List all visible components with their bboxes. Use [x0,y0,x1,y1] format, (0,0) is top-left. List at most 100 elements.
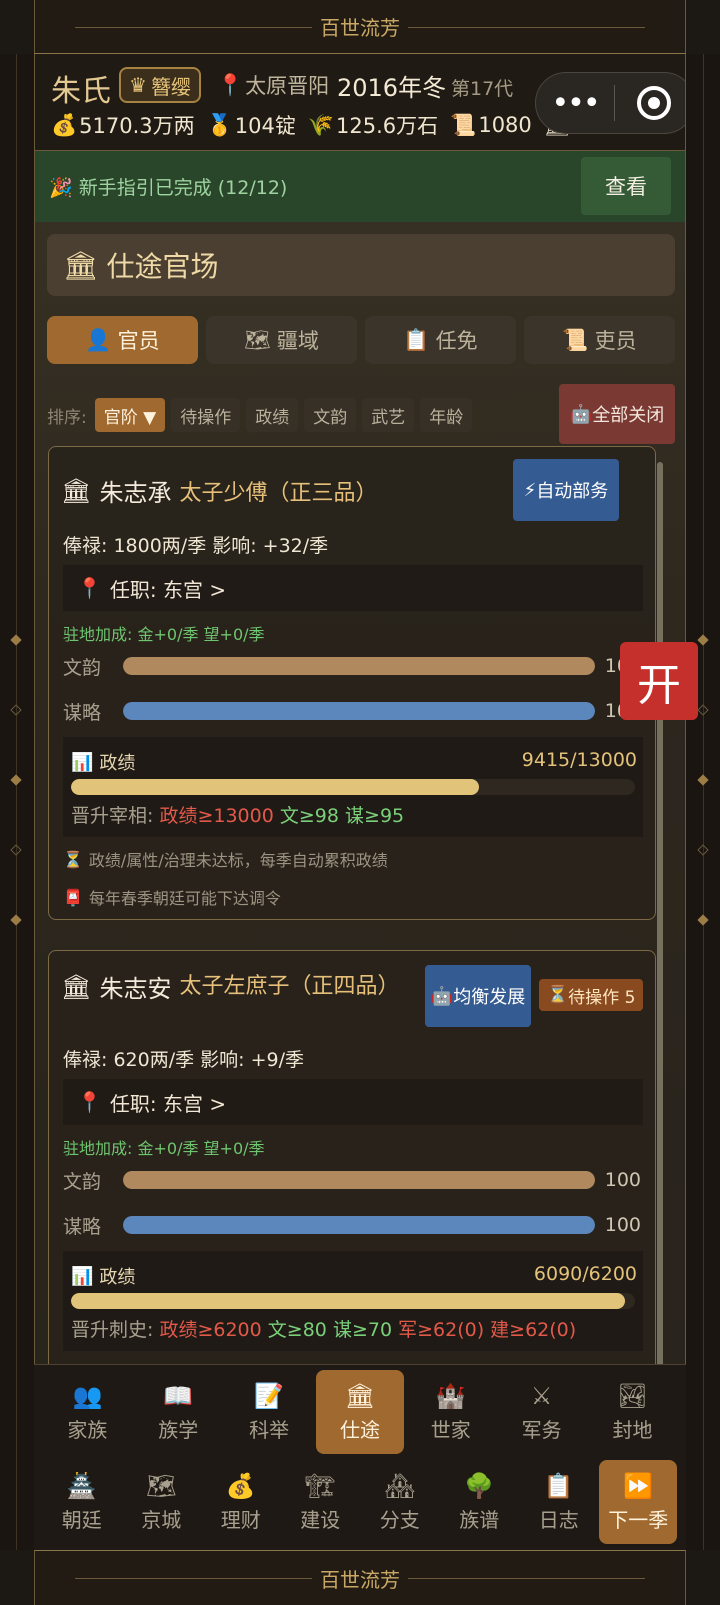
nav-genealogy[interactable]: 🌳 族谱 [440,1460,518,1544]
sort-literary[interactable]: 文韵 [304,398,357,432]
nav-branches[interactable]: 🏘 分支 [361,1460,439,1544]
resource-value: 104锭 [234,114,296,138]
generation: 第17代 [451,78,514,100]
nav-label: 家族 [67,1417,108,1442]
chart-icon: 📊 [71,1265,94,1287]
section-title-text: 仕途官场 [106,250,219,283]
frame-title: 百世流芳 [312,1563,408,1593]
grain-icon: 🌾 [307,112,335,137]
guide-view-button[interactable]: 查看 [581,157,671,215]
pagoda-icon: 🏯 [66,1471,97,1500]
tab-label: 疆域 [276,329,319,353]
nav-label: 分支 [379,1507,420,1532]
resource-money[interactable]: 💰 5170.3万两 [51,110,195,140]
nav-military[interactable]: ⚔ 军务 [498,1370,586,1454]
left-rail [0,54,34,1550]
clipboard-icon: 📋 [403,327,430,352]
bottom-nav: 👥 家族 📖 族学 📝 科举 🏛 仕途 🏰 世家 ⚔ 军务 🏞 封地 🏯 朝廷 🗺 京城 💰 理财 … [34,1364,686,1550]
nav-label: 世家 [430,1417,471,1442]
float-open-button[interactable]: 开 [620,642,698,720]
attr-literary: 文韵 100 [63,651,643,681]
pin-icon: 📍 [77,576,102,600]
sort-bar: 排序: 官阶 ▼ 待操作 政绩 文韵 武艺 年龄 🤖 全部关闭 [47,384,675,444]
nav-construction[interactable]: 🏗 建设 [281,1460,359,1544]
nav-finance[interactable]: 💰 理财 [202,1460,280,1544]
merit-value: 9415/13000 [521,749,637,771]
header: 朱氏 ♛ 簪缨 📍 太原晋阳 2016年冬 第17代 💰 5170.3万两 🥇 10… [35,54,685,150]
sort-label: 排序: [47,407,87,428]
scrollbar[interactable] [657,462,663,1402]
pin-icon: 📍 [217,72,244,97]
landscape-icon: 🏞 [617,1381,648,1410]
rank-badge[interactable]: ♛ 簪缨 [119,67,201,103]
scroll-thumb[interactable] [657,462,663,1402]
auto-duty-button[interactable]: ⚡ 自动部务 [513,459,619,521]
nav-label: 建设 [300,1507,341,1532]
sort-age[interactable]: 年龄 [420,398,473,432]
nav-court[interactable]: 🏯 朝廷 [43,1460,121,1544]
balanced-dev-button[interactable]: 🤖 均衡发展 [425,965,531,1027]
post-row[interactable]: 📍 任职: 东宫 > [63,1079,643,1125]
sort-pending[interactable]: 待操作 [171,398,241,432]
nav-clan-school[interactable]: 📖 族学 [134,1370,222,1454]
merit-header: 📊 政绩 [71,1263,135,1289]
hourglass-icon: ⏳ [63,849,83,869]
party-icon: 🎉 [49,177,73,199]
right-rail [686,54,720,1550]
sort-merit[interactable]: 政绩 [246,398,299,432]
pin-icon: 📍 [77,1090,102,1114]
nav-career[interactable]: 🏛 仕途 [315,1370,404,1454]
attr-bar [123,1216,595,1234]
resource-scroll[interactable]: 📜 1080 [450,110,532,140]
post-row[interactable]: 📍 任职: 东宫 > [63,565,643,611]
nav-label: 京城 [141,1507,182,1532]
more-icon[interactable]: ••• [536,86,614,121]
nav-capital[interactable]: 🗺 京城 [122,1460,200,1544]
nav-log[interactable]: 📋 日志 [520,1460,598,1544]
swords-icon: ⚔ [530,1381,553,1410]
main-panel: 朱氏 ♛ 簪缨 📍 太原晋阳 2016年冬 第17代 💰 5170.3万两 🥇 10… [34,54,686,1550]
close-miniapp-icon[interactable] [637,86,671,120]
tab-clerks[interactable]: 📜 吏员 [524,316,675,364]
map-icon: 🗺 [244,327,271,352]
nav-exam[interactable]: 📝 科举 [225,1370,313,1454]
merit-box: 📊 政绩 9415/13000 晋升宰相: 政绩≥13000 文≥98 谋≥95 [63,737,643,837]
tab-officials[interactable]: 👤 官员 [47,316,198,364]
resource-ingot[interactable]: 🥇 104锭 [207,110,296,140]
sort-rank[interactable]: 官阶 ▼ [94,398,166,432]
scroll-icon: 📜 [450,112,477,137]
location[interactable]: 📍 太原晋阳 [217,70,329,100]
mailbox-icon: 📮 [63,887,83,907]
note-text: 每年春季朝廷可能下达调令 [88,889,281,908]
attr-value: 100 [604,1169,641,1191]
promo-req-military: 军≥62(0) [398,1319,485,1341]
nav-noble-families[interactable]: 🏰 世家 [407,1370,495,1454]
resource-value: 5170.3万两 [79,114,195,138]
map-icon: 🗺 [146,1471,177,1500]
nav-family[interactable]: 👥 家族 [43,1370,131,1454]
station-bonus: 驻地加成: 金+0/季 望+0/季 [63,625,265,644]
official-name[interactable]: 朱志安 [99,969,171,1004]
promo-req-merit: 政绩≥13000 [159,805,274,827]
tab-territory[interactable]: 🗺 疆域 [206,316,357,364]
attr-label: 文韵 [63,1170,102,1193]
attr-label: 谋略 [63,701,102,724]
bottom-frame: 百世流芳 [34,1550,686,1605]
tab-appointment[interactable]: 📋 任免 [365,316,516,364]
attr-label: 文韵 [63,656,102,679]
close-all-button[interactable]: 🤖 全部关闭 [559,384,675,444]
pending-badge[interactable]: ⏳ 待操作 5 [539,979,644,1011]
sort-martial[interactable]: 武艺 [362,398,415,432]
salary-info: 俸禄: 1800两/季 影响: +32/季 [63,535,329,557]
lightning-icon: ⚡ [523,479,537,501]
next-season-button[interactable]: ⏩ 下一季 [599,1460,678,1544]
resource-grain[interactable]: 🌾 125.6万石 [308,110,438,140]
attr-bar [123,702,595,720]
official-name[interactable]: 朱志承 [99,473,171,508]
pending-label: 待操作 5 [568,987,636,1008]
promotion-req: 晋升宰相: 政绩≥13000 文≥98 谋≥95 [71,801,404,828]
nav-fief[interactable]: 🏞 封地 [588,1370,676,1454]
section-title: 🏛 仕途官场 [47,234,675,296]
scroll-icon: 📜 [562,327,589,352]
attr-bar [123,1171,595,1189]
